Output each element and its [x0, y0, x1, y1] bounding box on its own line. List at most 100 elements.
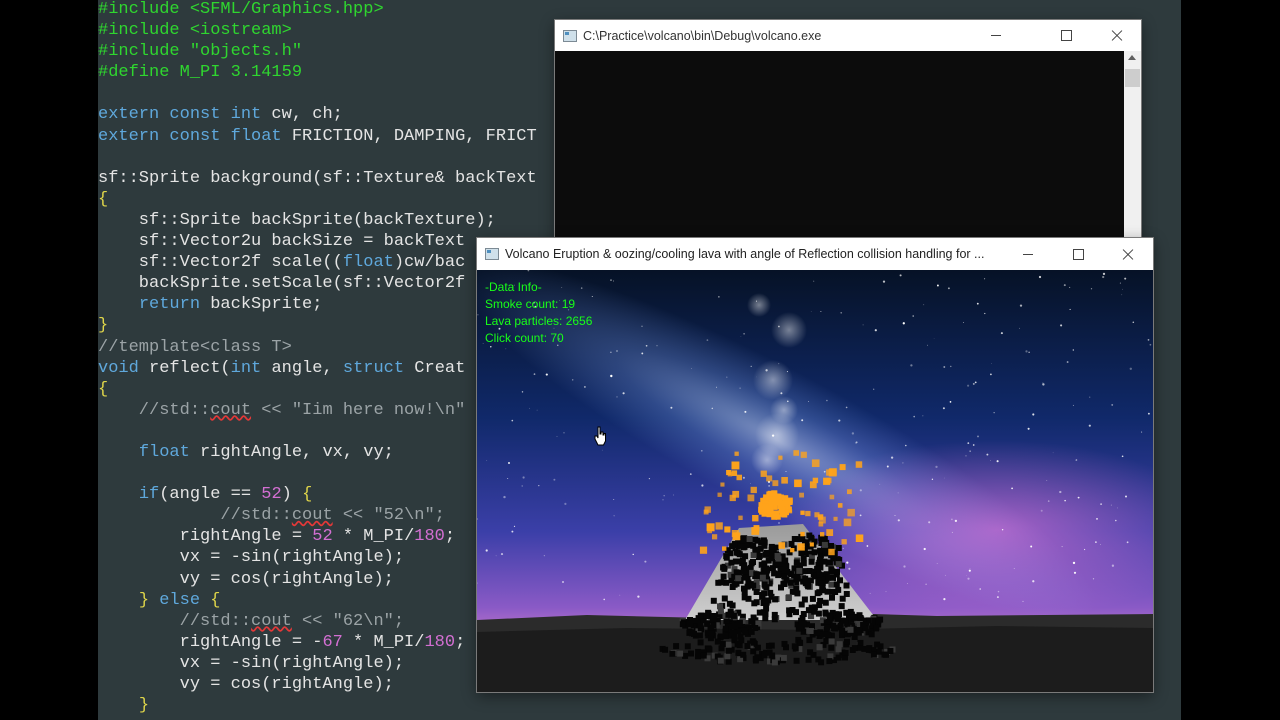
code-token: 180	[424, 632, 456, 652]
code-line: extern const float FRICTION, DAMPING, FR…	[98, 126, 537, 147]
code-token: #include <SFML/Graphics.hpp>	[98, 0, 384, 19]
code-token: {	[98, 379, 109, 399]
volcano-minimize-button[interactable]	[1005, 238, 1051, 270]
console-minimize-button[interactable]	[973, 20, 1019, 51]
scroll-up-arrow-icon[interactable]	[1128, 55, 1136, 60]
hand-cursor-icon	[594, 426, 606, 446]
code-token: Creat	[404, 358, 466, 378]
code-text[interactable]: #include <SFML/Graphics.hpp> #include <io…	[98, 0, 537, 716]
code-line: sf::Vector2u backSize = backText	[98, 231, 537, 252]
code-token: reflect(	[138, 358, 231, 378]
console-titlebar[interactable]: C:\Practice\volcano\bin\Debug\volcano.ex…	[555, 20, 1141, 51]
code-token: FRICTION, DAMPING, FRICT	[281, 126, 537, 146]
code-token: }	[98, 316, 109, 336]
code-token: vy = cos(rightAngle);	[98, 569, 394, 589]
code-line: //std::cout << "52\n";	[98, 505, 537, 526]
console-scrollbar[interactable]	[1124, 51, 1141, 252]
volcano-close-button[interactable]	[1105, 238, 1151, 270]
code-token: cout	[210, 400, 252, 420]
code-line: }	[98, 695, 537, 716]
volcano-titlebar[interactable]: Volcano Eruption & oozing/cooling lava w…	[477, 238, 1153, 270]
code-token: 180	[414, 527, 445, 547]
code-token: }	[138, 696, 150, 716]
volcano-maximize-button[interactable]	[1055, 238, 1101, 270]
code-line: {	[98, 189, 537, 210]
code-line: #define M_PI 3.14159	[98, 62, 537, 83]
code-token: float	[342, 253, 394, 273]
code-token: ;	[455, 632, 466, 652]
code-token: extern const int	[98, 105, 262, 125]
minimize-icon	[991, 35, 1001, 36]
scroll-thumb[interactable]	[1125, 69, 1140, 87]
code-token: << "52\n";	[332, 506, 445, 526]
code-token: {	[98, 189, 109, 209]
code-token: 67	[322, 632, 343, 652]
console-window[interactable]: C:\Practice\volcano\bin\Debug\volcano.ex…	[555, 20, 1141, 252]
code-line: backSprite.setScale(sf::Vector2f	[98, 273, 537, 294]
code-token: rightAngle = -	[98, 632, 323, 652]
code-line: #include <SFML/Graphics.hpp>	[98, 0, 537, 20]
code-line: {	[98, 379, 537, 400]
code-line: extern const int cw, ch;	[98, 104, 537, 125]
code-token: else	[159, 590, 201, 610]
code-token: sf::Sprite backSprite(backTexture);	[98, 210, 496, 230]
code-line: void reflect(int angle, struct Creat	[98, 358, 537, 379]
game-canvas[interactable]: -Data Info- Smoke count: 19 Lava particl…	[477, 270, 1153, 692]
code-token: * M_PI/	[342, 632, 425, 652]
code-line: vx = -sin(rightAngle);	[98, 653, 537, 674]
code-token: )	[281, 485, 303, 505]
code-token: vx = -sin(rightAngle);	[98, 548, 405, 568]
console-close-button[interactable]	[1094, 20, 1140, 51]
code-token: #define M_PI 3.14159	[98, 63, 303, 83]
console-maximize-button[interactable]	[1043, 20, 1089, 51]
code-token: float	[138, 442, 190, 462]
code-line: } else {	[98, 590, 537, 611]
data-info-panel: -Data Info- Smoke count: 19 Lava particl…	[485, 279, 592, 347]
close-icon	[1111, 30, 1123, 42]
code-line: vy = cos(rightAngle);	[98, 569, 537, 590]
minimize-icon	[1023, 253, 1033, 255]
code-token: #include "objects.h"	[98, 42, 303, 62]
code-token: 52	[261, 485, 282, 505]
volcano-app-icon	[485, 248, 499, 260]
code-token: return	[138, 295, 201, 315]
code-line: //std::cout << "Iim here now!\n"	[98, 400, 537, 421]
code-line: #include <iostream>	[98, 20, 537, 41]
code-line: vy = cos(rightAngle);	[98, 674, 537, 695]
code-line: #include "objects.h"	[98, 41, 537, 62]
code-line: //std::cout << "62\n";	[98, 611, 537, 632]
code-line: sf::Vector2f scale((float)cw/bac	[98, 252, 537, 273]
code-token: extern const float	[98, 126, 282, 146]
close-icon	[1122, 248, 1134, 260]
code-token: cout	[251, 611, 292, 631]
code-line: float rightAngle, vx, vy;	[98, 442, 537, 463]
code-token: if	[138, 485, 160, 505]
console-output[interactable]	[555, 51, 1124, 252]
info-heading: -Data Info-	[485, 280, 542, 294]
code-line: //template<class T>	[98, 337, 537, 358]
code-token: backSprite.setScale(sf::Vector2f	[98, 274, 466, 294]
code-line: rightAngle = -67 * M_PI/180;	[98, 632, 537, 653]
code-token: //std::	[98, 611, 252, 631]
code-token: rightAngle, vx, vy;	[189, 442, 394, 462]
code-token: (angle ==	[159, 485, 262, 505]
code-line: if(angle == 52) {	[98, 484, 537, 505]
code-line: rightAngle = 52 * M_PI/180;	[98, 526, 537, 547]
code-token: #include <iostream>	[98, 21, 292, 41]
code-line: }	[98, 315, 537, 336]
volcano-window[interactable]: Volcano Eruption & oozing/cooling lava w…	[477, 238, 1153, 692]
volcano-title: Volcano Eruption & oozing/cooling lava w…	[505, 247, 985, 261]
code-token: int	[230, 358, 262, 378]
code-token: rightAngle =	[98, 527, 313, 547]
maximize-icon	[1060, 30, 1072, 41]
